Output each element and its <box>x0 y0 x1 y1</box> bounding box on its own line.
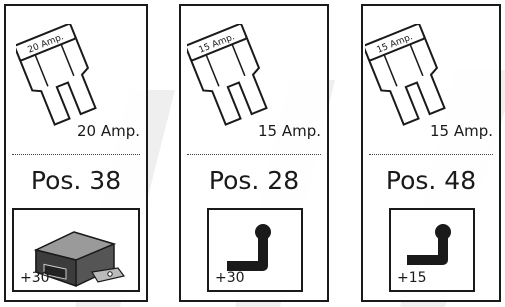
divider <box>187 154 321 155</box>
fuse-area: 15 Amp. 15 Amp. <box>363 6 499 152</box>
connector-box: +30 <box>12 208 140 292</box>
terminal-label: +30 <box>20 270 50 286</box>
fuse-card-2: 15 Amp. 15 Amp. Pos. 28 +30 <box>179 4 329 302</box>
terminal-label: +15 <box>397 270 427 286</box>
fuse-area: 15 Amp. 15 Amp. <box>181 6 327 152</box>
amp-label: 15 Amp. <box>257 122 321 140</box>
fuse-card-1: 20 Amp. 20 Amp. Pos. 38 +30 <box>4 4 148 302</box>
connector-box: +30 <box>207 208 303 292</box>
terminal-label: +30 <box>215 270 245 286</box>
fuse-area: 20 Amp. 20 Amp. <box>6 6 146 152</box>
blade-fuse-icon: 15 Amp. <box>187 24 268 126</box>
connector-box: +15 <box>389 208 475 292</box>
divider <box>369 154 493 155</box>
divider <box>12 154 140 155</box>
fuse-card-3: 15 Amp. 15 Amp. Pos. 48 +15 <box>361 4 501 302</box>
position-label: Pos. 38 <box>30 166 122 195</box>
amp-label: 15 Amp. <box>429 122 493 140</box>
blade-fuse-icon: 15 Amp. <box>365 24 446 126</box>
position-label: Pos. 28 <box>208 166 300 195</box>
blade-fuse-icon: 20 Amp. <box>16 24 97 126</box>
position-label: Pos. 48 <box>385 166 477 195</box>
amp-label: 20 Amp. <box>76 122 140 140</box>
